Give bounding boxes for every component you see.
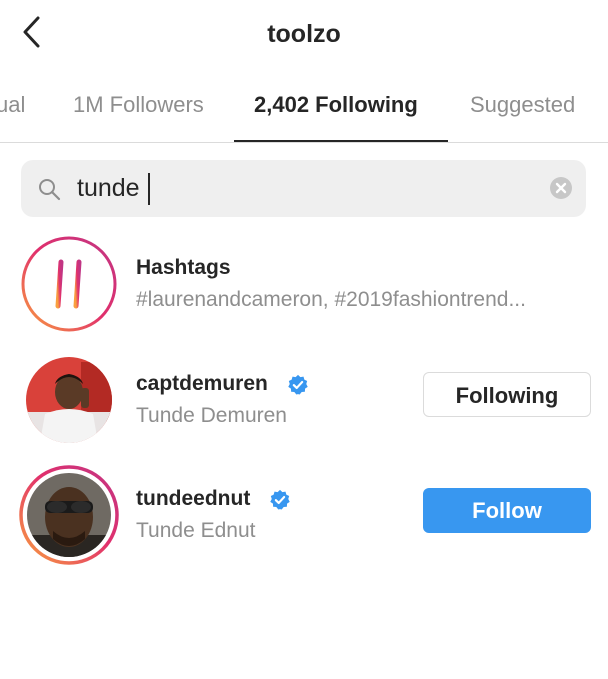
list-item-hashtags[interactable]: Hashtags #laurenandcameron, #2019fashion… xyxy=(0,236,608,332)
tab-mutual[interactable]: ual xyxy=(0,92,25,118)
verified-badge-icon xyxy=(288,374,308,395)
hashtag-avatar xyxy=(21,236,117,332)
tab-followers[interactable]: 1M Followers xyxy=(73,92,204,118)
follow-button[interactable]: Follow xyxy=(423,488,591,533)
hashtag-icon xyxy=(21,236,117,332)
search-icon xyxy=(39,179,61,201)
list-item-user[interactable]: tundeednut Tunde Ednut Follow xyxy=(0,465,608,566)
username: captdemuren xyxy=(136,372,268,395)
search-bar[interactable] xyxy=(21,160,586,217)
username: tundeednut xyxy=(136,487,251,510)
active-tab-indicator xyxy=(234,140,448,142)
top-bar: toolzo xyxy=(0,0,608,72)
user-avatar-image xyxy=(19,465,119,565)
tab-bar: ual 1M Followers 2,402 Following Suggest… xyxy=(0,72,608,143)
tab-suggested[interactable]: Suggested xyxy=(470,92,575,118)
avatar[interactable] xyxy=(19,465,119,565)
clear-search-icon[interactable] xyxy=(549,176,573,200)
result-title: Hashtags xyxy=(136,256,231,279)
full-name: Tunde Ednut xyxy=(136,519,256,542)
avatar[interactable] xyxy=(21,352,117,448)
text-cursor xyxy=(148,173,150,205)
search-input[interactable] xyxy=(77,168,537,208)
full-name: Tunde Demuren xyxy=(136,404,287,427)
tab-following[interactable]: 2,402 Following xyxy=(254,92,418,118)
result-subtitle: #laurenandcameron, #2019fashiontrend... xyxy=(136,288,526,311)
page-title: toolzo xyxy=(267,20,341,48)
verified-badge-icon xyxy=(270,489,290,510)
user-avatar-image xyxy=(22,353,116,447)
list-item-user[interactable]: captdemuren Tunde Demuren Following xyxy=(0,352,608,448)
following-button[interactable]: Following xyxy=(423,372,591,417)
